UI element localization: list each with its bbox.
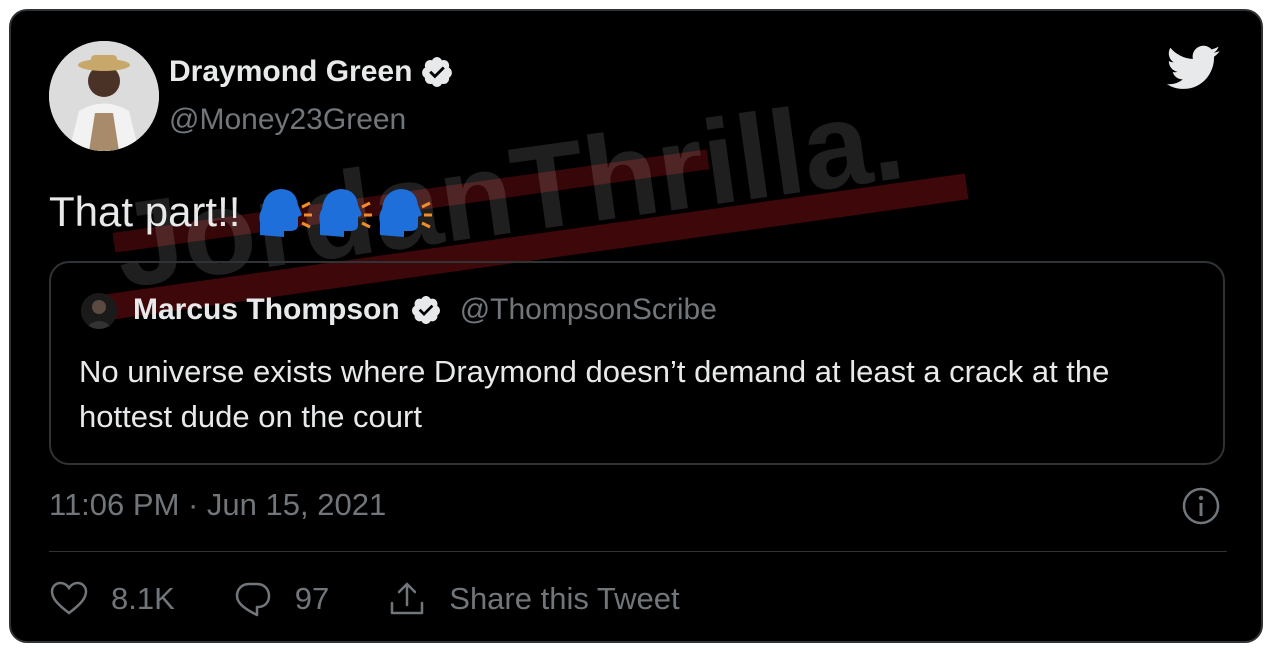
quoted-tweet[interactable]: Marcus Thompson @ThompsonScribe No unive… [49, 261, 1225, 465]
share-label: Share this Tweet [449, 581, 680, 616]
verified-badge-icon [422, 57, 453, 87]
like-button[interactable]: 8.1K [49, 579, 175, 619]
share-icon [391, 582, 424, 615]
author-row: Draymond Green [169, 55, 454, 89]
author-handle[interactable]: @Money23Green [169, 103, 406, 137]
author-display-name[interactable]: Draymond Green [169, 55, 412, 89]
reply-button[interactable]: 97 [233, 579, 329, 619]
info-icon[interactable] [1181, 486, 1221, 526]
quoted-avatar[interactable] [81, 293, 117, 329]
quoted-display-name[interactable]: Marcus Thompson [133, 293, 400, 327]
quoted-text: No universe exists where Draymond doesn’… [79, 354, 1110, 434]
reply-icon [235, 582, 271, 617]
like-count: 8.1K [111, 581, 175, 616]
speaking-head-emoji-icon [319, 189, 373, 237]
tweet-text-row: That part!! [49, 185, 433, 239]
tweet-text: That part!! [49, 188, 241, 235]
speaking-head-emoji-icon [259, 189, 313, 237]
avatar[interactable] [49, 41, 159, 151]
share-button[interactable]: Share this Tweet [387, 579, 680, 619]
tweet-timestamp[interactable]: 11:06 PM · Jun 15, 2021 [49, 487, 386, 523]
twitter-bird-icon[interactable] [1167, 45, 1221, 91]
speaking-head-emoji-icon [379, 189, 433, 237]
divider [49, 551, 1227, 552]
emoji-row [254, 185, 433, 239]
reply-count: 97 [294, 581, 330, 616]
tweet-card: JordanThrilla. Draymond Green @Money23Gr… [9, 9, 1263, 643]
quoted-author-row: Marcus Thompson @ThompsonScribe [133, 293, 717, 327]
action-bar: 8.1K 97 Share this Tweet [49, 579, 738, 619]
quoted-handle[interactable]: @ThompsonScribe [460, 293, 717, 327]
verified-badge-icon [411, 296, 440, 324]
heart-icon [50, 581, 88, 615]
